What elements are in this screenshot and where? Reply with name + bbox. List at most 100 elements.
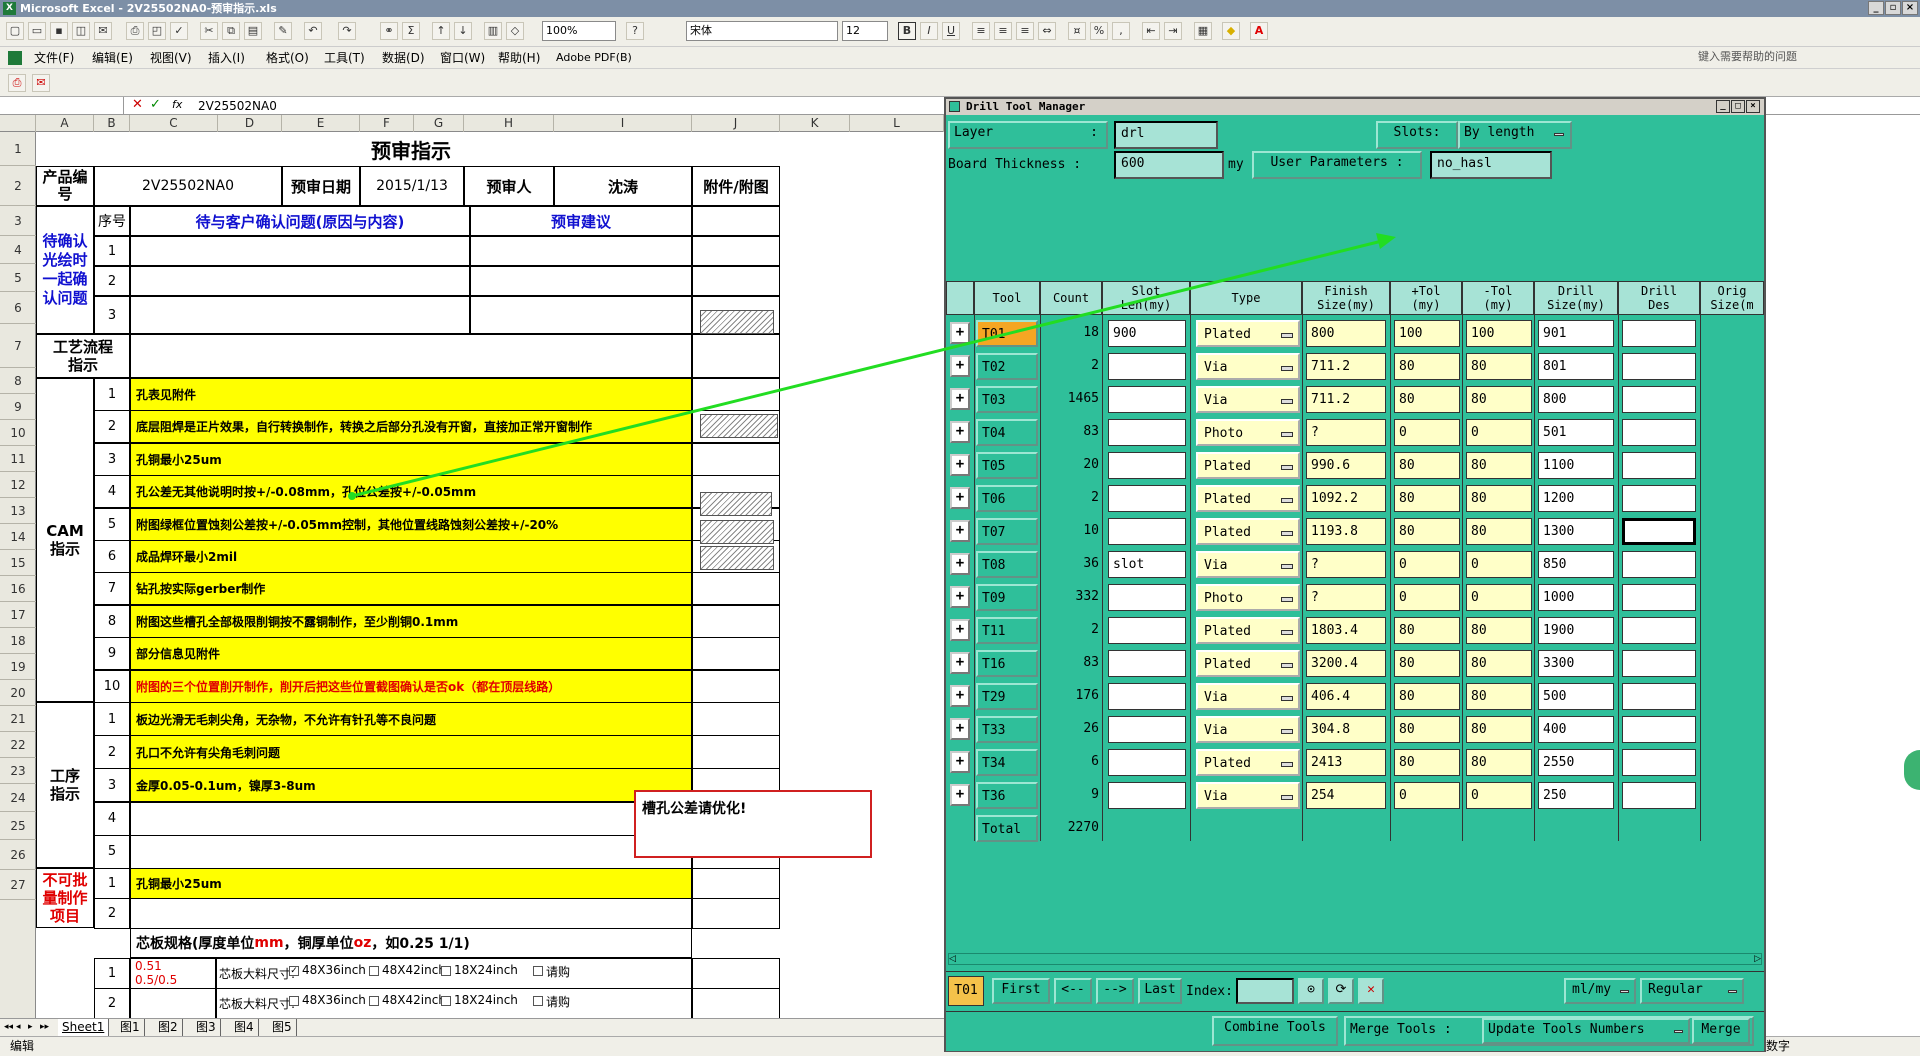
cam-attachment-cell[interactable] [692, 637, 780, 671]
percent-icon[interactable]: % [1090, 22, 1108, 40]
slot-length-field[interactable]: slot [1108, 551, 1186, 578]
drill-des-field[interactable] [1622, 551, 1696, 578]
comma-icon[interactable]: , [1112, 22, 1130, 40]
plus-tol-field[interactable]: 80 [1394, 650, 1460, 677]
process-instruction[interactable]: 金厚0.05-0.1um，镍厚3-8um [130, 768, 692, 803]
cam-instruction[interactable]: 附图绿框位置蚀刻公差按+/-0.05mm控制，其他位置线路蚀刻公差按+/-20% [130, 507, 692, 541]
cam-attachment-cell[interactable] [692, 669, 780, 703]
dtm-maximize-button[interactable]: □ [1731, 100, 1745, 113]
tool-row[interactable]: + T29 176 Via 406.4 80 80 500 [946, 680, 1764, 713]
col-header-h[interactable]: H [464, 115, 554, 132]
format-painter-icon[interactable]: ✎ [274, 22, 292, 40]
process-instruction[interactable] [130, 834, 692, 869]
sort-descending-icon[interactable]: ↓ [454, 22, 472, 40]
product-no-value[interactable]: 2V25502NA0 [94, 166, 282, 206]
type-select[interactable]: Via [1196, 716, 1300, 743]
core-size-checkbox[interactable] [441, 966, 451, 976]
cam-instruction[interactable]: 附图这些槽孔全部极限削铜按不露铜制作，至少削铜0.1mm [130, 604, 692, 638]
cam-instruction[interactable]: 部分信息见附件 [130, 637, 692, 671]
redo-icon[interactable]: ↷ [338, 22, 356, 40]
type-select[interactable]: Via [1196, 551, 1300, 578]
mode-select[interactable]: Regular [1640, 978, 1744, 1004]
plus-tol-field[interactable]: 80 [1394, 683, 1460, 710]
expand-icon[interactable]: + [950, 751, 970, 773]
sheet-nav-icon[interactable]: ▸▸ [40, 1019, 49, 1036]
core-value[interactable]: 0.51 0.5/0.5 [130, 958, 216, 989]
process-instruction[interactable]: 孔口不允许有尖角毛刺问题 [130, 735, 692, 770]
minus-tol-field[interactable]: 80 [1466, 683, 1532, 710]
minus-tol-field[interactable]: 80 [1466, 386, 1532, 413]
process-attachment-cell[interactable] [692, 702, 780, 736]
undo-icon[interactable]: ↶ [304, 22, 322, 40]
attachment-object-2[interactable] [700, 414, 778, 438]
maximize-button[interactable]: ▫ [1885, 1, 1901, 15]
tool-id[interactable]: T08 [976, 551, 1038, 578]
type-select[interactable]: Photo [1196, 419, 1300, 446]
sheet-nav-icon[interactable]: ▸ [28, 1019, 33, 1036]
autosum-icon[interactable]: Σ [402, 22, 420, 40]
first-button[interactable]: First [992, 978, 1050, 1004]
sheet-tab[interactable]: Sheet1 [58, 1019, 110, 1036]
slot-length-field[interactable] [1108, 353, 1186, 380]
minus-tol-field[interactable]: 80 [1466, 716, 1532, 743]
row-header[interactable]: 1 [0, 132, 36, 166]
font-color-icon[interactable]: A [1250, 22, 1268, 40]
sheet-tab[interactable]: 图2 [154, 1019, 183, 1036]
row-header[interactable]: 23 [0, 758, 36, 784]
hidden-columns-area[interactable] [1766, 115, 1920, 1018]
row-header[interactable]: 2 [0, 166, 36, 206]
drill-des-field[interactable] [1622, 584, 1696, 611]
finish-size-field[interactable]: 990.6 [1306, 452, 1386, 479]
copy-icon[interactable]: ⧉ [222, 22, 240, 40]
bulk-attachment-cell[interactable] [692, 868, 780, 899]
core-size-checkbox[interactable] [289, 996, 299, 1006]
tool-id[interactable]: T33 [976, 716, 1038, 743]
menu-edit[interactable]: 编辑(E) [92, 50, 133, 66]
tool-id[interactable]: T07 [976, 518, 1038, 545]
open-icon[interactable]: ▭ [28, 22, 46, 40]
italic-button[interactable]: I [920, 22, 938, 40]
drill-size-field[interactable]: 850 [1538, 551, 1614, 578]
drill-des-field[interactable] [1622, 386, 1696, 413]
type-select[interactable]: Plated [1196, 452, 1300, 479]
drawing-icon[interactable]: ◇ [506, 22, 524, 40]
drill-des-field[interactable] [1622, 683, 1696, 710]
process-instruction[interactable] [130, 801, 692, 836]
currency-icon[interactable]: ¤ [1068, 22, 1086, 40]
cam-instruction[interactable]: 孔铜最小25um [130, 442, 692, 476]
menu-adobe-pdf[interactable]: Adobe PDF(B) [556, 50, 632, 66]
merge-center-icon[interactable]: ⇔ [1038, 22, 1056, 40]
type-select[interactable]: Plated [1196, 320, 1300, 347]
dtm-col-header[interactable]: Type [1190, 281, 1302, 315]
cam-instruction[interactable]: 孔表见附件 [130, 378, 692, 411]
print-preview-icon[interactable]: ◰ [148, 22, 166, 40]
font-size-select[interactable]: 12 [842, 21, 888, 41]
expand-icon[interactable]: + [950, 355, 970, 377]
drill-size-field[interactable]: 800 [1538, 386, 1614, 413]
row-header[interactable]: 10 [0, 420, 36, 446]
next-button[interactable]: --> [1096, 978, 1134, 1004]
drill-size-field[interactable]: 1000 [1538, 584, 1614, 611]
confirm-question-cell[interactable] [130, 236, 470, 266]
expand-icon[interactable]: + [950, 553, 970, 575]
col-header-b[interactable]: B [94, 115, 130, 132]
process-flow-attachment[interactable] [692, 334, 780, 378]
email-icon[interactable]: ✉ [94, 22, 112, 40]
tool-id[interactable]: T04 [976, 419, 1038, 446]
type-select[interactable]: Via [1196, 353, 1300, 380]
finish-size-field[interactable]: 1803.4 [1306, 617, 1386, 644]
tool-row[interactable]: + T06 2 Plated 1092.2 80 80 1200 [946, 482, 1764, 515]
dtm-col-header[interactable]: -Tol (my) [1462, 281, 1534, 315]
minus-tol-field[interactable]: 80 [1466, 518, 1532, 545]
confirm-suggestion-cell[interactable] [470, 266, 692, 296]
row-header[interactable]: 11 [0, 446, 36, 472]
drill-size-field[interactable]: 250 [1538, 782, 1614, 809]
drill-size-field[interactable]: 1300 [1538, 518, 1614, 545]
expand-icon[interactable]: + [950, 454, 970, 476]
layer-field[interactable]: drl [1114, 121, 1218, 149]
drill-size-field[interactable]: 3300 [1538, 650, 1614, 677]
plus-tol-field[interactable]: 80 [1394, 386, 1460, 413]
tool-id[interactable]: T03 [976, 386, 1038, 413]
print-icon[interactable]: ⎙ [126, 22, 144, 40]
row-header[interactable]: 12 [0, 472, 36, 498]
